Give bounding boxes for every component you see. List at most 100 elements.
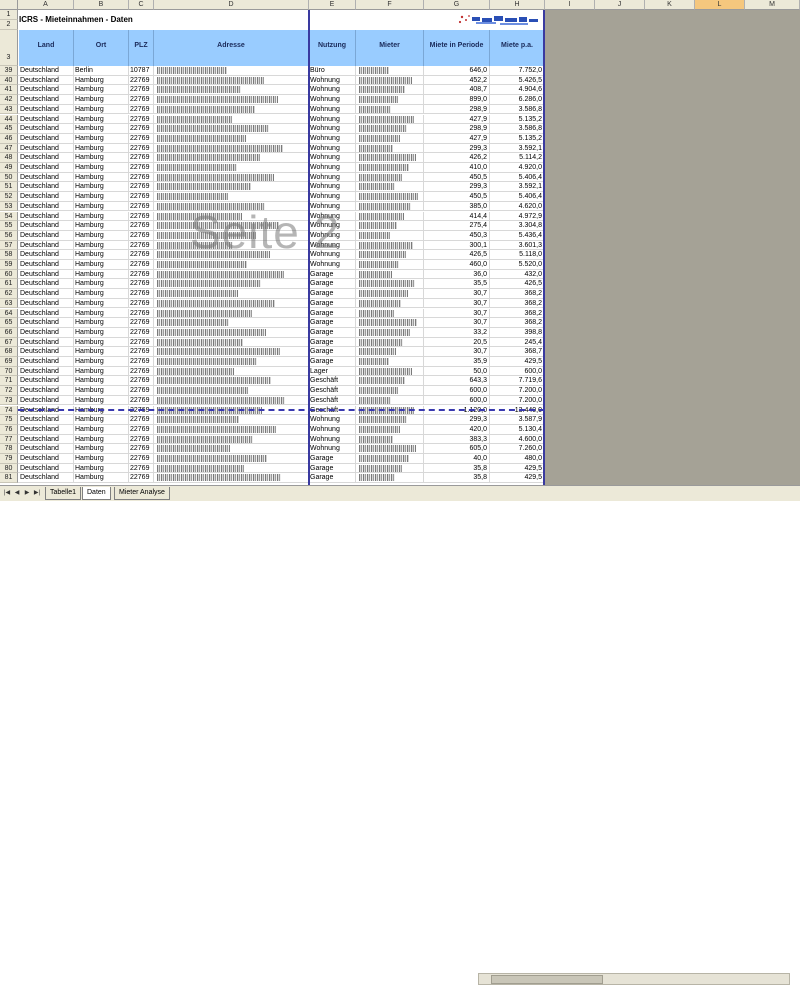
cell-periode[interactable]: 298,9 (424, 104, 490, 115)
cell-nutzung[interactable]: Garage (309, 318, 356, 328)
cell-mieter-redacted[interactable] (356, 211, 424, 222)
cell-land[interactable]: Deutschland (19, 133, 74, 144)
cell-plz[interactable]: 22769 (129, 269, 154, 280)
cell-pa[interactable]: 368,2 (490, 298, 545, 309)
cell-land[interactable]: Deutschland (19, 473, 74, 484)
cell-adresse-redacted[interactable] (154, 357, 309, 367)
prev-sheet-icon[interactable]: ◀ (13, 489, 21, 497)
row-header-3[interactable]: 3 (0, 30, 18, 66)
cell-adresse-redacted[interactable] (154, 124, 309, 134)
row-header[interactable]: 81 (0, 473, 18, 484)
cell-mieter-redacted[interactable] (356, 221, 424, 231)
cell-ort[interactable]: Hamburg (74, 318, 129, 328)
cell-land[interactable]: Deutschland (19, 201, 74, 212)
cell-mieter-redacted[interactable] (356, 337, 424, 348)
cell-pa[interactable]: 5.118,0 (490, 250, 545, 260)
row-header-2[interactable]: 2 (0, 20, 18, 30)
row-header[interactable]: 52 (0, 192, 18, 202)
cell-nutzung[interactable]: Geschäft (309, 395, 356, 406)
cell-nutzung[interactable]: Wohnung (309, 424, 356, 435)
row-header[interactable]: 42 (0, 95, 18, 105)
cell-ort[interactable]: Hamburg (74, 463, 129, 474)
cell-land[interactable]: Deutschland (19, 347, 74, 357)
cell-periode[interactable]: 30,7 (424, 298, 490, 309)
sheet-tab-mieter-analyse[interactable]: Mieter Analyse (114, 487, 170, 500)
cell-pa[interactable]: 7.752,0 (490, 66, 545, 76)
cell-nutzung[interactable]: Wohnung (309, 444, 356, 454)
cell-periode[interactable]: 275,4 (424, 221, 490, 231)
cell-adresse-redacted[interactable] (154, 182, 309, 193)
cell-pa[interactable]: 480,0 (490, 454, 545, 464)
cell-plz[interactable]: 22769 (129, 395, 154, 406)
row-header[interactable]: 49 (0, 163, 18, 173)
cell-land[interactable]: Deutschland (19, 124, 74, 134)
cell-adresse-redacted[interactable] (154, 66, 309, 76)
cell-plz[interactable]: 22769 (129, 386, 154, 396)
cell-mieter-redacted[interactable] (356, 230, 424, 241)
row-header[interactable]: 53 (0, 201, 18, 212)
cell-land[interactable]: Deutschland (19, 366, 74, 377)
cell-nutzung[interactable]: Garage (309, 298, 356, 309)
row-header[interactable]: 50 (0, 172, 18, 183)
cell-periode[interactable]: 300,1 (424, 240, 490, 251)
cell-pa[interactable]: 3.586,8 (490, 104, 545, 115)
cell-mieter-redacted[interactable] (356, 269, 424, 280)
cell-ort[interactable]: Hamburg (74, 172, 129, 183)
cell-periode[interactable]: 643,3 (424, 376, 490, 387)
cell-land[interactable]: Deutschland (19, 114, 74, 125)
cell-adresse-redacted[interactable] (154, 366, 309, 377)
cell-adresse-redacted[interactable] (154, 153, 309, 163)
cell-land[interactable]: Deutschland (19, 172, 74, 183)
cell-nutzung[interactable]: Garage (309, 347, 356, 357)
row-header[interactable]: 65 (0, 318, 18, 328)
cell-nutzung[interactable]: Wohnung (309, 172, 356, 183)
cell-pa[interactable]: 5.426,5 (490, 75, 545, 86)
cell-land[interactable]: Deutschland (19, 424, 74, 435)
row-header[interactable]: 47 (0, 143, 18, 154)
cell-mieter-redacted[interactable] (356, 192, 424, 202)
select-all-corner[interactable] (0, 0, 18, 10)
cell-pa[interactable]: 3.592,1 (490, 143, 545, 154)
cell-ort[interactable]: Hamburg (74, 279, 129, 290)
cell-mieter-redacted[interactable] (356, 298, 424, 309)
cell-adresse-redacted[interactable] (154, 104, 309, 115)
cell-adresse-redacted[interactable] (154, 376, 309, 387)
cell-periode[interactable]: 460,0 (424, 260, 490, 270)
cell-mieter-redacted[interactable] (356, 463, 424, 474)
next-sheet-icon[interactable]: ▶ (23, 489, 31, 497)
cell-plz[interactable]: 22769 (129, 279, 154, 290)
cell-land[interactable]: Deutschland (19, 444, 74, 454)
cell-pa[interactable]: 5.406,4 (490, 192, 545, 202)
cell-ort[interactable]: Hamburg (74, 182, 129, 193)
cell-ort[interactable]: Hamburg (74, 298, 129, 309)
row-header[interactable]: 39 (0, 66, 18, 76)
cell-adresse-redacted[interactable] (154, 395, 309, 406)
cell-mieter-redacted[interactable] (356, 454, 424, 464)
row-header[interactable]: 63 (0, 298, 18, 309)
cell-mieter-redacted[interactable] (356, 201, 424, 212)
cell-ort[interactable]: Hamburg (74, 250, 129, 260)
cell-ort[interactable]: Hamburg (74, 269, 129, 280)
cell-land[interactable]: Deutschland (19, 85, 74, 96)
cell-mieter-redacted[interactable] (356, 376, 424, 387)
cell-mieter-redacted[interactable] (356, 124, 424, 134)
cell-plz[interactable]: 22769 (129, 473, 154, 484)
cell-land[interactable]: Deutschland (19, 260, 74, 270)
cell-land[interactable]: Deutschland (19, 221, 74, 231)
cell-plz[interactable]: 22769 (129, 240, 154, 251)
cell-nutzung[interactable]: Wohnung (309, 415, 356, 425)
cell-pa[interactable]: 398,8 (490, 327, 545, 338)
column-header-l[interactable]: L (695, 0, 745, 10)
cell-periode[interactable]: 30,7 (424, 308, 490, 319)
cell-land[interactable]: Deutschland (19, 434, 74, 445)
cell-land[interactable]: Deutschland (19, 463, 74, 474)
row-header[interactable]: 71 (0, 376, 18, 387)
cell-ort[interactable]: Hamburg (74, 434, 129, 445)
cell-adresse-redacted[interactable] (154, 75, 309, 86)
cell-pa[interactable]: 368,2 (490, 318, 545, 328)
column-header-m[interactable]: M (745, 0, 800, 10)
cell-ort[interactable]: Hamburg (74, 143, 129, 154)
column-header-k[interactable]: K (645, 0, 695, 10)
column-header-i[interactable]: I (545, 0, 595, 10)
cell-ort[interactable]: Hamburg (74, 211, 129, 222)
